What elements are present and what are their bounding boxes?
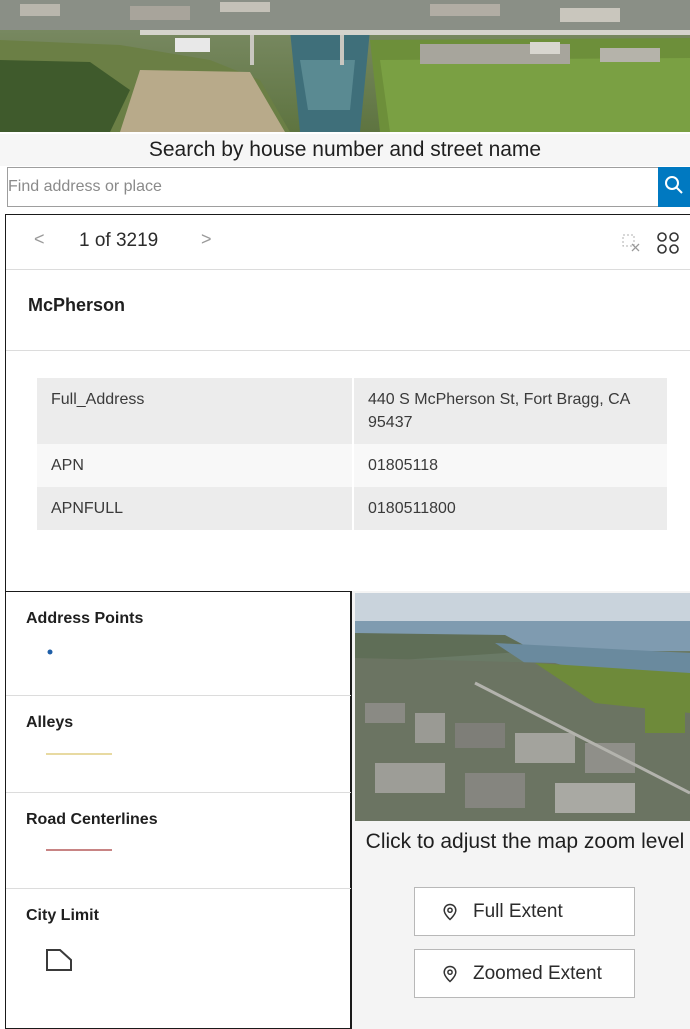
legend-label: City Limit xyxy=(26,907,99,924)
legend-item-address-points: Address Points xyxy=(6,592,351,696)
full-extent-label: Full Extent xyxy=(473,900,563,922)
legend-label: Alleys xyxy=(26,714,74,731)
location-pin-icon xyxy=(443,965,457,983)
point-symbol-icon xyxy=(47,649,53,655)
divider xyxy=(6,350,690,351)
attribute-table: Full_Address 440 S McPherson St, Fort Br… xyxy=(37,378,667,530)
popup-pager: < 1 of 3219 > xyxy=(6,215,690,270)
next-feature-button[interactable]: > xyxy=(201,229,212,250)
polygon-symbol-icon xyxy=(46,949,72,971)
feature-title: McPherson xyxy=(28,295,126,315)
previous-feature-button[interactable]: < xyxy=(34,229,45,250)
legend-item-road-centerlines: Road Centerlines xyxy=(6,793,351,889)
aerial-photo xyxy=(355,593,690,821)
search-title: Search by house number and street name xyxy=(0,134,690,166)
line-symbol-icon xyxy=(46,849,112,851)
legend-item-alleys: Alleys xyxy=(6,696,351,793)
search-icon xyxy=(664,175,684,200)
clear-selection-icon[interactable] xyxy=(621,233,641,253)
attribute-value: 440 S McPherson St, Fort Bragg, CA 95437 xyxy=(353,378,667,444)
zoom-panel: Click to adjust the map zoom level Full … xyxy=(352,591,690,1029)
attribute-key: APNFULL xyxy=(37,487,354,530)
table-row: APNFULL 0180511800 xyxy=(37,487,667,530)
attribute-key: APN xyxy=(37,444,354,487)
feature-count: 1 of 3219 xyxy=(79,230,159,251)
legend-label: Address Points xyxy=(26,610,144,627)
line-symbol-icon xyxy=(46,753,112,755)
attribute-value: 0180511800 xyxy=(353,487,667,530)
zoomed-extent-button[interactable]: Zoomed Extent xyxy=(414,949,635,998)
attribute-key: Full_Address xyxy=(37,378,354,444)
zoomed-extent-label: Zoomed Extent xyxy=(473,962,602,984)
table-row: Full_Address 440 S McPherson St, Fort Br… xyxy=(37,378,667,444)
search-box xyxy=(7,167,690,207)
feature-list-icon[interactable] xyxy=(656,231,680,255)
table-row: APN 01805118 xyxy=(37,444,667,487)
header-aerial-photo xyxy=(0,0,690,132)
attribute-value: 01805118 xyxy=(353,444,667,487)
legend-label: Road Centerlines xyxy=(26,811,158,828)
full-extent-button[interactable]: Full Extent xyxy=(414,887,635,936)
feature-popup: < 1 of 3219 > McPherson Full_Address 440 xyxy=(5,214,690,591)
location-pin-icon xyxy=(443,903,457,921)
search-button[interactable] xyxy=(658,167,690,207)
zoom-caption: Click to adjust the map zoom level xyxy=(365,830,685,853)
search-input[interactable] xyxy=(8,168,659,206)
legend-panel: Address Points Alleys Road Centerlines C… xyxy=(5,591,352,1029)
legend-item-city-limit: City Limit xyxy=(6,889,351,1028)
